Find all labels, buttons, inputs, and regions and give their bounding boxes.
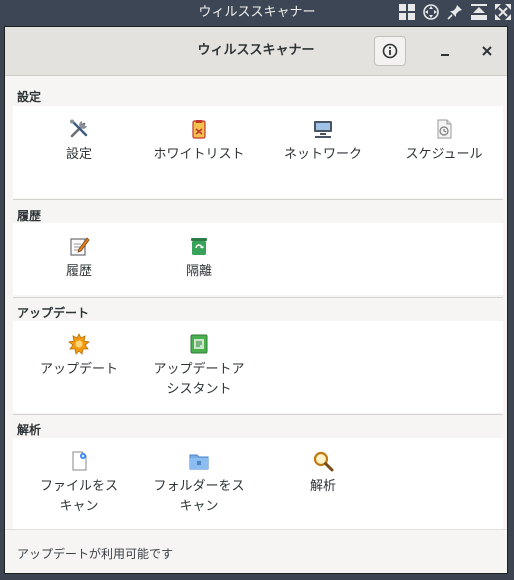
analyze-item[interactable]: 解析 — [273, 450, 373, 497]
minimize-icon — [441, 54, 449, 56]
section-analysis: ファイルをス キャン フォルダーをス キャン 解析 — [13, 438, 503, 530]
section-title-analysis: 解析 — [17, 423, 42, 437]
update-icon — [68, 333, 90, 355]
update-item[interactable]: アップデート — [29, 333, 129, 380]
app-window: ウィルススキャナー 設定 設定 ホワイトリスト ネットワーク スケジュール 履歴… — [4, 26, 508, 574]
settings-label: 設定 — [65, 147, 92, 162]
update-assistant-label: アップデートア シスタント — [153, 362, 245, 397]
status-divider — [5, 529, 507, 530]
section-history: 履歴 隔離 — [13, 223, 503, 295]
magnifier-icon — [313, 451, 334, 472]
whitelist-label: ホワイトリスト — [153, 147, 245, 162]
settings-item[interactable]: 設定 — [29, 118, 129, 165]
section-divider — [13, 199, 503, 200]
scan-file-icon — [72, 451, 87, 471]
os-window-controls — [398, 3, 512, 21]
close-icon — [482, 46, 492, 56]
quarantine-icon — [191, 238, 207, 255]
section-title-settings: 設定 — [17, 90, 42, 104]
move-icon[interactable] — [422, 3, 440, 21]
history-label: 履歴 — [65, 264, 92, 279]
section-title-update: アップデート — [17, 306, 90, 320]
quarantine-item[interactable]: 隔離 — [149, 235, 249, 282]
scan-file-item[interactable]: ファイルをス キャン — [29, 450, 129, 517]
update-assistant-icon — [190, 334, 208, 354]
scan-file-label: ファイルをス キャン — [39, 479, 118, 514]
update-assistant-item[interactable]: アップデートア シスタント — [149, 333, 249, 400]
update-label: アップデート — [39, 362, 118, 377]
whitelist-icon — [192, 120, 206, 139]
scan-folder-icon — [189, 454, 209, 470]
pin-icon[interactable] — [446, 3, 464, 21]
section-divider — [13, 297, 503, 298]
info-icon — [382, 43, 398, 59]
analyze-label: 解析 — [309, 479, 336, 494]
header-bar: ウィルススキャナー — [5, 27, 507, 76]
scan-folder-label: フォルダーをス キャン — [153, 479, 245, 514]
network-label: ネットワーク — [283, 147, 362, 162]
network-icon — [314, 121, 332, 138]
schedule-item[interactable]: スケジュール — [394, 118, 494, 165]
os-titlebar: ウィルススキャナー — [0, 0, 514, 26]
section-title-history: 履歴 — [17, 209, 42, 223]
history-icon — [70, 237, 90, 256]
history-item[interactable]: 履歴 — [29, 235, 129, 282]
status-text: アップデートが利用可能です — [17, 547, 174, 561]
section-divider — [13, 414, 503, 415]
maximize-icon[interactable] — [470, 3, 488, 21]
schedule-label: スケジュール — [405, 147, 483, 162]
scan-folder-item[interactable]: フォルダーをス キャン — [149, 450, 249, 517]
tools-icon — [70, 119, 88, 138]
header-title: ウィルススキャナー — [197, 43, 315, 58]
network-item[interactable]: ネットワーク — [273, 118, 373, 165]
os-close-icon[interactable] — [494, 3, 512, 21]
close-button[interactable] — [475, 39, 499, 63]
tile-icon[interactable] — [398, 3, 416, 21]
minimize-button[interactable] — [433, 39, 457, 63]
quarantine-label: 隔離 — [185, 264, 212, 279]
info-button[interactable] — [374, 36, 406, 66]
whitelist-item[interactable]: ホワイトリスト — [149, 118, 249, 165]
section-update: アップデート アップデートア シスタント — [13, 321, 503, 413]
section-settings: 設定 ホワイトリスト ネットワーク スケジュール — [13, 106, 503, 198]
schedule-icon — [437, 119, 452, 139]
